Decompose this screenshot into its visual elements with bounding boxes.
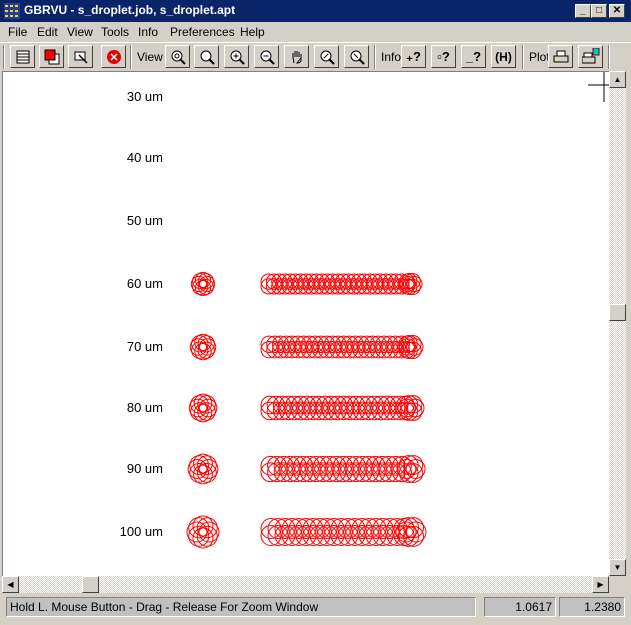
color-layer-icon: [44, 49, 59, 64]
arrow-up-icon: ▲: [613, 75, 622, 84]
print-setup-icon: [581, 47, 599, 63]
scroll-up-button[interactable]: ▲: [609, 71, 626, 88]
menu-file[interactable]: File: [8, 25, 27, 39]
zoom-in-button[interactable]: [224, 45, 249, 68]
row-label: 80 um: [126, 400, 163, 415]
print-icon: [553, 50, 568, 62]
vertical-scroll-thumb[interactable]: [609, 304, 626, 321]
status-message: Hold L. Mouse Button - Drag - Release Fo…: [6, 597, 476, 617]
status-x-coordinate: 1.0617: [484, 597, 556, 617]
menu-preferences[interactable]: Preferences: [170, 25, 235, 39]
plot-group-label: Plot: [529, 50, 550, 64]
select-edit-button[interactable]: [68, 45, 93, 68]
menu-help[interactable]: Help: [240, 25, 265, 39]
line-dot-cluster: [260, 335, 424, 359]
point-query-button[interactable]: ₊?: [401, 45, 426, 68]
toolbar: View Info ₊? ▫? _? (H) Plot: [0, 42, 631, 71]
maximize-button[interactable]: □: [591, 4, 607, 18]
single-dot-cluster: [187, 453, 219, 485]
single-dot-cluster: [186, 515, 220, 549]
row-label: 30 um: [126, 89, 163, 104]
distance-button[interactable]: (H): [491, 45, 516, 68]
zoom-out-button[interactable]: [254, 45, 279, 68]
horizontal-scrollbar[interactable]: ◀ ▶: [2, 576, 609, 593]
close-icon: ✕: [612, 5, 622, 16]
menu-tools[interactable]: Tools: [101, 25, 129, 39]
status-bar: Hold L. Mouse Button - Drag - Release Fo…: [0, 595, 631, 620]
row-label: 70 um: [126, 339, 163, 354]
toolbar-separator: [522, 45, 524, 69]
menu-bar: File Edit View Tools Info Preferences He…: [0, 22, 631, 42]
print-button[interactable]: [548, 45, 573, 68]
zoom-fit-button[interactable]: [165, 45, 190, 68]
zoom-in-icon: [230, 50, 245, 65]
toolbar-separator: [374, 45, 376, 69]
droplet-plot: [186, 271, 427, 549]
line-dot-cluster: [260, 517, 427, 547]
minimize-icon: _: [580, 5, 586, 16]
horizontal-scroll-thumb[interactable]: [82, 576, 99, 593]
menu-edit[interactable]: Edit: [37, 25, 58, 39]
arrow-left-icon: ◀: [7, 580, 14, 589]
row-label: 90 um: [126, 461, 163, 476]
row-label: 50 um: [126, 213, 163, 228]
row-label: 100 um: [119, 524, 163, 539]
pan-button[interactable]: [284, 45, 309, 68]
distance-icon: (H): [495, 49, 512, 64]
close-button[interactable]: ✕: [609, 4, 625, 18]
zoom-window-button[interactable]: [194, 45, 219, 68]
menu-info[interactable]: Info: [138, 25, 158, 39]
box-query-icon: ▫?: [437, 49, 450, 64]
zoom-next-icon: [350, 50, 365, 65]
scrollbar-corner: [609, 576, 626, 593]
scroll-left-button[interactable]: ◀: [2, 576, 19, 593]
layers-button[interactable]: [10, 45, 35, 68]
vertical-scrollbar[interactable]: ▲ ▼: [609, 71, 626, 576]
line-dot-cluster: [260, 272, 423, 296]
window-title: GBRVU - s_droplet.job, s_droplet.apt: [24, 3, 236, 17]
stop-icon: [106, 49, 121, 64]
info-group-label: Info: [381, 50, 402, 64]
single-dot-cluster: [190, 271, 216, 297]
app-icon: [4, 3, 20, 19]
stop-button[interactable]: [101, 45, 126, 68]
toolbar-grip: [3, 45, 5, 69]
row-label: 60 um: [126, 276, 163, 291]
zoom-previous-button[interactable]: [314, 45, 339, 68]
row-label: 40 um: [126, 150, 163, 165]
scroll-right-button[interactable]: ▶: [592, 576, 609, 593]
line-dot-cluster: [260, 455, 426, 483]
toolbar-separator: [608, 45, 610, 69]
print-setup-button[interactable]: [578, 45, 603, 68]
arrow-right-icon: ▶: [597, 580, 604, 589]
toolbar-separator: [130, 45, 132, 69]
title-bar: GBRVU - s_droplet.job, s_droplet.apt _ □…: [0, 0, 631, 22]
box-query-button[interactable]: ▫?: [431, 45, 456, 68]
zoom-out-icon: [260, 50, 275, 65]
color-layer-button[interactable]: [39, 45, 64, 68]
single-dot-cluster: [188, 393, 218, 423]
select-edit-icon: [74, 51, 88, 64]
zoom-window-icon: [200, 50, 215, 65]
zoom-next-button[interactable]: [344, 45, 369, 68]
minimize-button[interactable]: _: [575, 4, 591, 18]
maximize-icon: □: [595, 5, 603, 16]
layers-icon: [16, 50, 29, 63]
measure-query-button[interactable]: _?: [461, 45, 486, 68]
zoom-previous-icon: [320, 50, 335, 65]
status-y-coordinate: 1.2380: [559, 597, 625, 617]
single-dot-cluster: [189, 333, 217, 361]
pan-hand-icon: [292, 50, 301, 64]
view-group-label: View: [137, 50, 163, 64]
line-dot-cluster: [260, 395, 425, 421]
zoom-fit-icon: [171, 50, 186, 65]
measure-query-icon: _?: [465, 49, 482, 64]
scroll-down-button[interactable]: ▼: [609, 559, 626, 576]
drawing-canvas[interactable]: [2, 71, 618, 577]
point-query-icon: ₊?: [406, 48, 421, 64]
arrow-down-icon: ▼: [613, 563, 622, 572]
menu-view[interactable]: View: [67, 25, 93, 39]
